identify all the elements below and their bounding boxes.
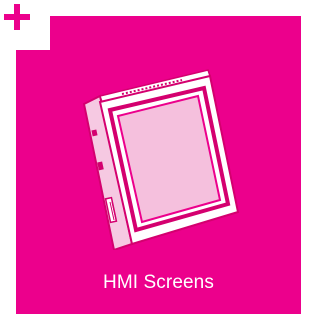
hmi-screens-tile[interactable]: HMI Screens (0, 0, 303, 314)
plus-icon (4, 4, 30, 30)
hmi-panel-icon (82, 69, 240, 250)
expand-button[interactable] (0, 0, 50, 50)
tile-label: HMI Screens (103, 272, 214, 293)
